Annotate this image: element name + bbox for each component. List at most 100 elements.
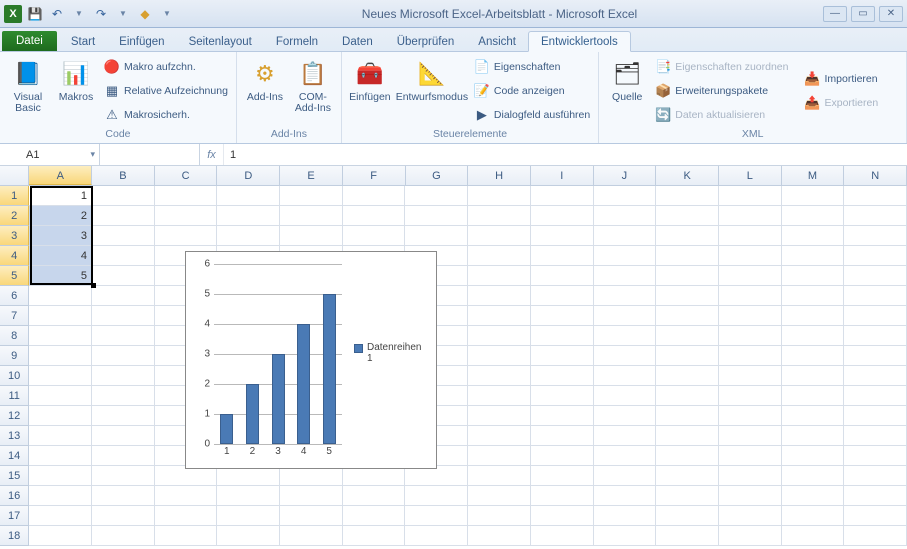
tab-entwicklertools[interactable]: Entwicklertools: [528, 31, 631, 52]
cell[interactable]: [531, 286, 594, 306]
cell[interactable]: [782, 346, 845, 366]
cell[interactable]: [719, 366, 782, 386]
cell[interactable]: [656, 286, 719, 306]
cell[interactable]: [531, 446, 594, 466]
cell[interactable]: [280, 506, 343, 526]
tab-daten[interactable]: Daten: [330, 32, 385, 51]
cell[interactable]: [280, 186, 343, 206]
row-header[interactable]: 6: [0, 286, 29, 306]
cell[interactable]: [594, 286, 657, 306]
cell[interactable]: [782, 186, 845, 206]
run-dialog-button[interactable]: ▶Dialogfeld ausführen: [472, 104, 592, 126]
cell[interactable]: [531, 526, 594, 546]
cell[interactable]: [656, 266, 719, 286]
cell[interactable]: [844, 526, 907, 546]
cell[interactable]: [217, 466, 280, 486]
cell[interactable]: [405, 466, 468, 486]
embedded-chart[interactable]: 012345612345 Datenreihen 1: [185, 251, 437, 469]
cell[interactable]: [29, 306, 92, 326]
cell[interactable]: [343, 186, 406, 206]
xml-expansion-packs-button[interactable]: 📦Erweiterungspakete: [653, 80, 790, 102]
close-button[interactable]: ✕: [879, 6, 903, 22]
cell[interactable]: [844, 186, 907, 206]
cell[interactable]: [656, 426, 719, 446]
cell[interactable]: [468, 366, 531, 386]
cell[interactable]: [656, 406, 719, 426]
qat-custom-icon[interactable]: ◆: [136, 5, 154, 23]
row-header[interactable]: 17: [0, 506, 29, 526]
cell[interactable]: [405, 206, 468, 226]
spreadsheet-grid[interactable]: ABCDEFGHIJKLMN 1122334455678910111213141…: [0, 166, 907, 549]
cell[interactable]: [719, 346, 782, 366]
cell[interactable]: [531, 206, 594, 226]
cell[interactable]: [531, 306, 594, 326]
cell[interactable]: [656, 366, 719, 386]
cell[interactable]: [280, 226, 343, 246]
name-box[interactable]: A1: [0, 144, 100, 165]
cell[interactable]: [844, 326, 907, 346]
cell[interactable]: [531, 346, 594, 366]
undo-dropdown-icon[interactable]: ▼: [70, 5, 88, 23]
cell[interactable]: [92, 306, 155, 326]
tab-ansicht[interactable]: Ansicht: [466, 32, 528, 51]
cell[interactable]: [844, 306, 907, 326]
cell[interactable]: [844, 446, 907, 466]
cell[interactable]: [92, 326, 155, 346]
tab-formeln[interactable]: Formeln: [264, 32, 330, 51]
relative-reference-button[interactable]: ▦Relative Aufzeichnung: [102, 80, 230, 102]
cell[interactable]: [29, 386, 92, 406]
cell[interactable]: [29, 346, 92, 366]
xml-map-properties-button[interactable]: 📑Eigenschaften zuordnen: [653, 56, 790, 78]
cell[interactable]: [29, 526, 92, 546]
redo-dropdown-icon[interactable]: ▼: [114, 5, 132, 23]
visual-basic-button[interactable]: 📘 Visual Basic: [6, 56, 50, 126]
cell[interactable]: [656, 306, 719, 326]
cell[interactable]: 4: [29, 246, 92, 266]
cell[interactable]: [531, 466, 594, 486]
cell[interactable]: [594, 246, 657, 266]
cell[interactable]: [468, 326, 531, 346]
cell[interactable]: [468, 206, 531, 226]
tab-start[interactable]: Start: [59, 32, 107, 51]
qat-customize-icon[interactable]: ▼: [158, 5, 176, 23]
cell[interactable]: [594, 386, 657, 406]
cell[interactable]: [468, 286, 531, 306]
cell[interactable]: [155, 186, 218, 206]
row-header[interactable]: 16: [0, 486, 29, 506]
cell[interactable]: [782, 206, 845, 226]
cell[interactable]: [468, 266, 531, 286]
fx-button[interactable]: fx: [200, 144, 224, 165]
cell[interactable]: [656, 506, 719, 526]
cell[interactable]: [155, 206, 218, 226]
cell[interactable]: [155, 226, 218, 246]
cell[interactable]: [656, 526, 719, 546]
cell[interactable]: [844, 346, 907, 366]
cell[interactable]: [217, 206, 280, 226]
cell[interactable]: [719, 466, 782, 486]
cell[interactable]: [782, 266, 845, 286]
row-header[interactable]: 12: [0, 406, 29, 426]
column-header[interactable]: F: [343, 166, 406, 185]
row-header[interactable]: 1: [0, 186, 29, 206]
cell[interactable]: [92, 206, 155, 226]
cell[interactable]: [782, 446, 845, 466]
cell[interactable]: [782, 526, 845, 546]
select-all-corner[interactable]: [0, 166, 29, 185]
row-header[interactable]: 11: [0, 386, 29, 406]
cell[interactable]: [782, 406, 845, 426]
cell[interactable]: [92, 346, 155, 366]
cell[interactable]: [92, 246, 155, 266]
cell[interactable]: [92, 226, 155, 246]
cell[interactable]: [92, 446, 155, 466]
cell[interactable]: [656, 326, 719, 346]
row-header[interactable]: 5: [0, 266, 29, 286]
formula-input[interactable]: 1: [224, 144, 907, 165]
row-header[interactable]: 10: [0, 366, 29, 386]
cell[interactable]: [468, 226, 531, 246]
cell[interactable]: [29, 406, 92, 426]
cell[interactable]: [782, 306, 845, 326]
cell[interactable]: [782, 286, 845, 306]
row-header[interactable]: 7: [0, 306, 29, 326]
cell[interactable]: [594, 406, 657, 426]
cell[interactable]: [531, 266, 594, 286]
